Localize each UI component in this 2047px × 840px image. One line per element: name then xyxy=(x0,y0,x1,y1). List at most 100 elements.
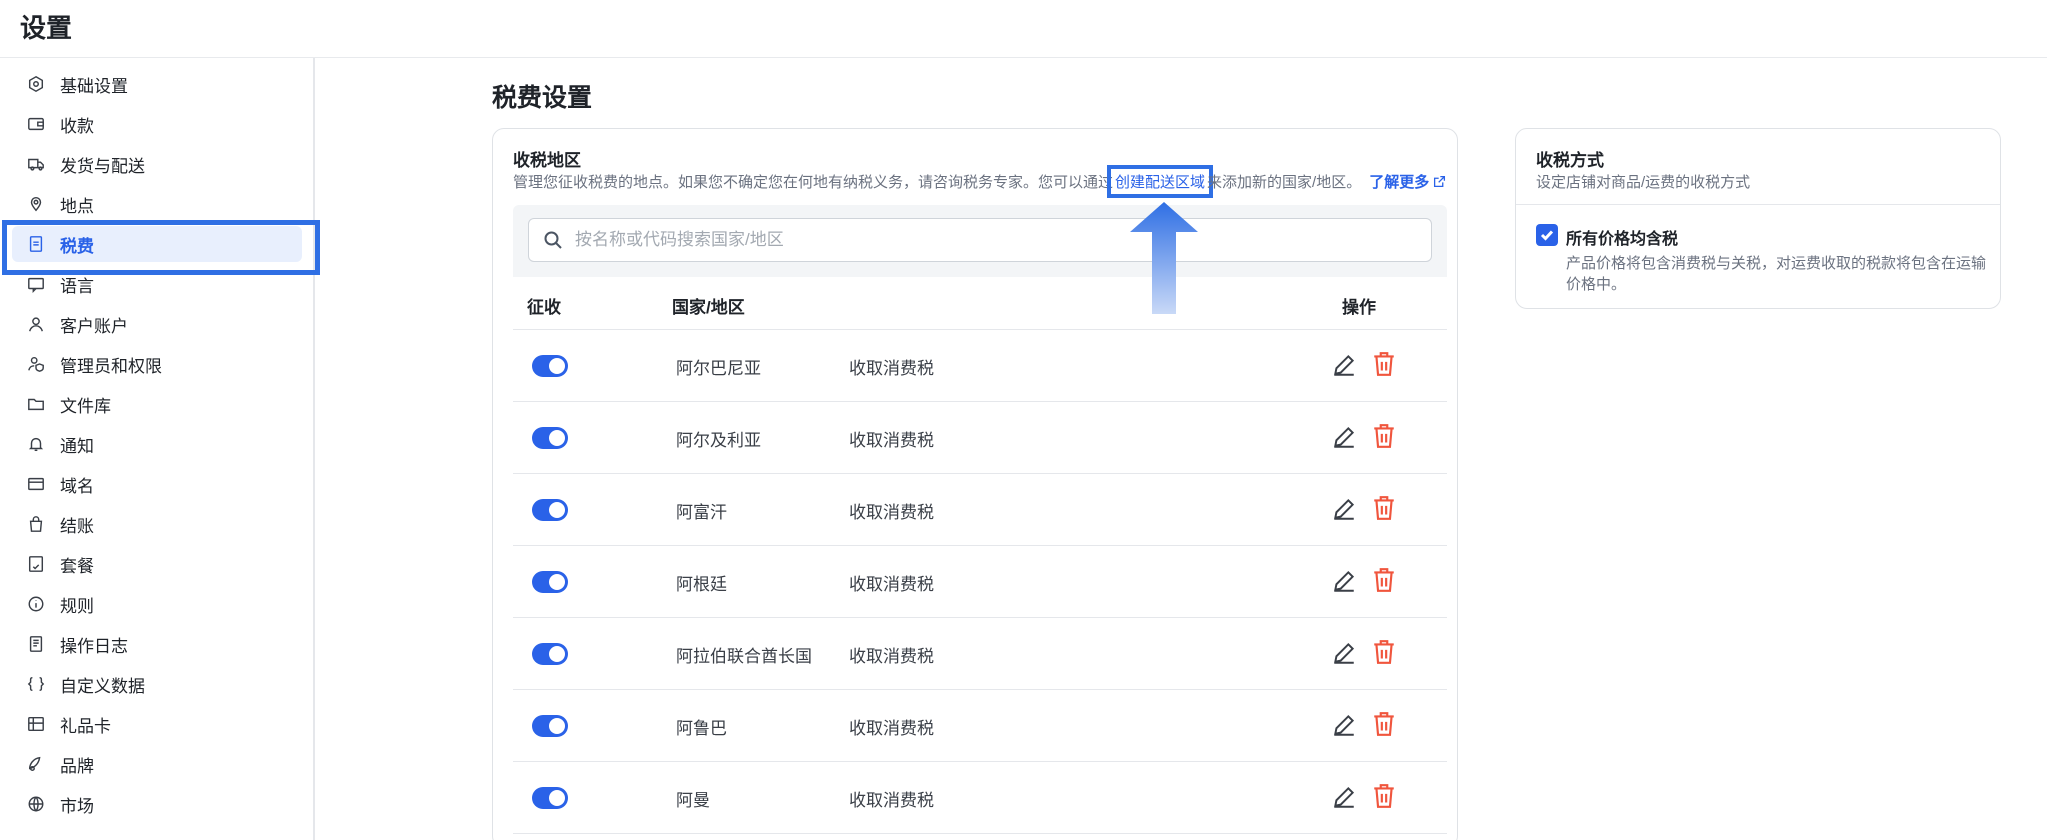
sidebar-item-checkout[interactable]: 结账 xyxy=(12,506,302,542)
delete-icon[interactable] xyxy=(1372,567,1398,595)
tax-rule: 收取消费税 xyxy=(849,359,934,378)
sidebar-item-label: 自定义数据 xyxy=(60,676,145,696)
delete-icon[interactable] xyxy=(1372,423,1398,451)
delete-icon[interactable] xyxy=(1372,495,1398,523)
delete-icon[interactable] xyxy=(1372,351,1398,379)
prices-include-tax-label[interactable]: 所有价格均含税 xyxy=(1566,225,1678,249)
edit-icon[interactable] xyxy=(1331,784,1357,810)
column-header-collect: 征收 xyxy=(527,298,561,317)
sidebar-item-files[interactable]: 文件库 xyxy=(12,386,302,422)
table-row: 阿富汗 收取消费税 xyxy=(513,474,1447,546)
sidebar-item-payments[interactable]: 收款 xyxy=(12,106,302,142)
sidebar-item-markets[interactable]: 市场 xyxy=(12,786,302,822)
collect-toggle[interactable] xyxy=(532,499,568,521)
search-box[interactable] xyxy=(528,218,1432,262)
search-input[interactable] xyxy=(575,230,1375,250)
user-shield-icon xyxy=(26,354,46,374)
folder-icon xyxy=(26,394,46,414)
country-name: 阿富汗 xyxy=(676,503,727,522)
description-text: 管理您征收税费的地点。如果您不确定您在何地有纳税义务，请咨询税务专家。您可以通过 xyxy=(513,174,1114,191)
collect-toggle[interactable] xyxy=(532,787,568,809)
sidebar-item-brand[interactable]: 品牌 xyxy=(12,746,302,782)
sidebar-highlight-annotation xyxy=(2,220,320,275)
sidebar-item-admins-permissions[interactable]: 管理员和权限 xyxy=(12,346,302,382)
info-circle-icon xyxy=(26,594,46,614)
sidebar-item-label: 套餐 xyxy=(60,556,94,576)
sidebar-item-plans[interactable]: 套餐 xyxy=(12,546,302,582)
sidebar-item-notifications[interactable]: 通知 xyxy=(12,426,302,462)
search-icon xyxy=(544,231,562,249)
country-name: 阿拉伯联合酋长国 xyxy=(676,647,812,666)
search-area xyxy=(513,205,1447,277)
top-bar: 设置 xyxy=(0,0,2047,58)
sidebar-item-label: 发货与配送 xyxy=(60,156,145,176)
truck-icon xyxy=(26,154,46,174)
sidebar-item-label: 域名 xyxy=(60,476,94,496)
sidebar-item-label: 收款 xyxy=(60,116,94,136)
plan-icon xyxy=(26,554,46,574)
annotation-arrow-up-icon xyxy=(1130,202,1198,314)
tax-regions-card: 收税地区 管理您征收税费的地点。如果您不确定您在何地有纳税义务，请咨询税务专家。… xyxy=(492,128,1458,840)
sidebar-item-label: 结账 xyxy=(60,516,94,536)
edit-icon[interactable] xyxy=(1331,712,1357,738)
sidebar-item-label: 基础设置 xyxy=(60,76,128,96)
sidebar-item-basic-settings[interactable]: 基础设置 xyxy=(12,66,302,102)
edit-icon[interactable] xyxy=(1331,640,1357,666)
table-row: 阿鲁巴 收取消费税 xyxy=(513,690,1447,762)
learn-more-link[interactable]: 了解更多 xyxy=(1369,174,1446,191)
sidebar-item-domains[interactable]: 域名 xyxy=(12,466,302,502)
sidebar-item-activity-log[interactable]: 操作日志 xyxy=(12,626,302,662)
tax-method-description: 设定店铺对商品/运费的收税方式 xyxy=(1536,174,1751,191)
collect-toggle[interactable] xyxy=(532,427,568,449)
delete-icon[interactable] xyxy=(1372,783,1398,811)
column-header-country: 国家/地区 xyxy=(672,298,745,317)
sidebar-item-label: 通知 xyxy=(60,436,94,456)
bell-icon xyxy=(26,434,46,454)
sidebar-item-label: 管理员和权限 xyxy=(60,356,162,376)
prices-include-tax-checkbox[interactable] xyxy=(1536,224,1558,246)
code-braces-icon xyxy=(26,674,46,694)
sidebar-item-label: 客户账户 xyxy=(60,316,128,336)
collect-toggle[interactable] xyxy=(532,355,568,377)
edit-icon[interactable] xyxy=(1331,568,1357,594)
brand-icon xyxy=(26,754,46,774)
gear-hex-icon xyxy=(26,74,46,94)
delete-icon[interactable] xyxy=(1372,639,1398,667)
collect-toggle[interactable] xyxy=(532,715,568,737)
sidebar-item-locations[interactable]: 地点 xyxy=(12,186,302,222)
sidebar-item-label: 文件库 xyxy=(60,396,111,416)
edit-icon[interactable] xyxy=(1331,496,1357,522)
prices-include-tax-help: 产品价格将包含消费税与关税，对运费收取的税款将包含在运输价格中。 xyxy=(1566,255,1987,293)
wallet-icon xyxy=(26,114,46,134)
tax-regions-title: 收税地区 xyxy=(513,151,581,170)
user-icon xyxy=(26,314,46,334)
sidebar-item-custom-data[interactable]: 自定义数据 xyxy=(12,666,302,702)
page-title: 税费设置 xyxy=(492,84,593,112)
tax-method-header: 收税方式 设定店铺对商品/运费的收税方式 xyxy=(1516,129,2000,205)
table-row: 阿尔巴尼亚 收取消费税 xyxy=(513,330,1447,402)
country-name: 阿曼 xyxy=(676,791,710,810)
tax-rule: 收取消费税 xyxy=(849,719,934,738)
globe-icon xyxy=(26,794,46,814)
page-header-title: 设置 xyxy=(20,13,73,43)
sidebar-item-customer-accounts[interactable]: 客户账户 xyxy=(12,306,302,342)
delete-icon[interactable] xyxy=(1372,711,1398,739)
collect-toggle[interactable] xyxy=(532,643,568,665)
collect-toggle[interactable] xyxy=(532,571,568,593)
sidebar-item-label: 操作日志 xyxy=(60,636,128,656)
edit-icon[interactable] xyxy=(1331,424,1357,450)
learn-more-label: 了解更多 xyxy=(1369,174,1430,191)
table-row: 阿拉伯联合酋长国 收取消费税 xyxy=(513,618,1447,690)
settings-sidebar: 基础设置 收款 发货与配送 地点 税费 语言 客户账户 管理员和权限 文件库 通… xyxy=(0,58,315,840)
table-row: 阿根廷 收取消费税 xyxy=(513,546,1447,618)
create-shipping-zone-link[interactable]: 创建配送区域 xyxy=(1107,165,1214,198)
column-header-actions: 操作 xyxy=(1342,298,1376,317)
description-text-tail: 来添加新的国家/地区。 xyxy=(1207,174,1362,191)
tax-rule: 收取消费税 xyxy=(849,431,934,450)
edit-icon[interactable] xyxy=(1331,352,1357,378)
sidebar-item-gift-cards[interactable]: 礼品卡 xyxy=(12,706,302,742)
country-name: 阿根廷 xyxy=(676,575,727,594)
sidebar-item-shipping[interactable]: 发货与配送 xyxy=(12,146,302,182)
tax-rule: 收取消费税 xyxy=(849,647,934,666)
sidebar-item-policies[interactable]: 规则 xyxy=(12,586,302,622)
